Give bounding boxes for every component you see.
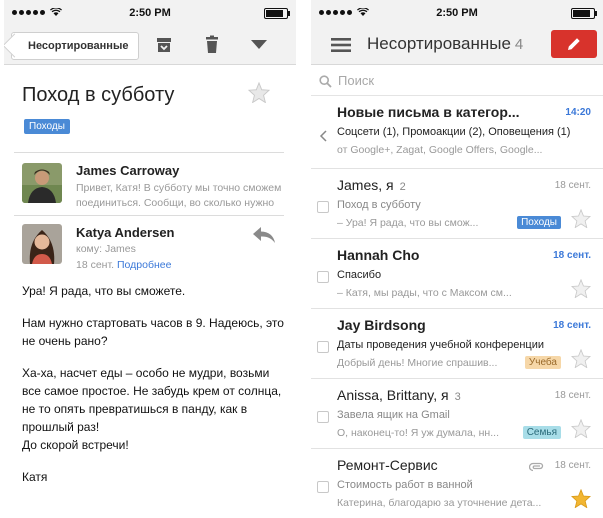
email-row[interactable]: Ремонт-Сервис 18 сент. Стоимость работ в… [311,449,603,518]
message-snippet: Привет, Катя! В субботу мы точно сможем [76,182,282,194]
row-date: 18 сент. [554,390,591,401]
row-thread-count: 2 [399,181,406,193]
body-signature: Катя [22,470,48,484]
archive-icon[interactable] [154,35,174,55]
row-sender: Ремонт-Сервис [337,457,438,473]
chevron-left-icon [319,130,327,142]
row-sender-name: James, я [337,177,394,193]
label-chip[interactable]: Походы [24,119,70,134]
row-subject: Завела ящик на Gmail [337,409,450,421]
message-snippet: поединиться. Сообщи, во сколько нужно [76,197,275,209]
inbox-title-label: Несортированные [367,34,511,53]
back-button-label: Несортированные [28,40,129,52]
row-date: 18 сент. [553,250,591,261]
chevron-down-icon[interactable] [250,39,268,51]
back-button[interactable]: Несортированные [11,32,140,60]
row-label-tag: Учеба [524,356,561,369]
star-icon[interactable] [248,82,270,103]
search-bar[interactable]: Поиск [311,65,603,96]
message-subject: Поход в субботу [22,84,175,106]
battery-icon [264,8,290,19]
row-checkbox[interactable] [317,481,329,493]
star-icon[interactable] [571,279,591,298]
inbox-count: 4 [514,36,524,53]
inbox-toolbar: Несортированные 4 [311,26,603,65]
inbox-screen: 2:50 PM Несортированные 4 Поиск Новые пис… [311,0,603,518]
battery-icon [571,8,597,19]
message-date-line: 18 сент. Подробнее [76,258,171,273]
row-sender: Jay Birdsong [337,317,426,333]
compose-button[interactable] [551,30,597,58]
row-thread-count: 3 [454,391,461,403]
row-categories: Соцсети (1), Промоакции (2), Оповещения … [337,126,571,138]
row-snippet: – Катя, мы рады, что с Максом см... [337,287,512,299]
row-snippet: О, наконец-то! Я уж думала, нн... [337,427,499,439]
search-icon [319,75,332,88]
row-subject: Спасибо [337,269,382,281]
message-toolbar: Несортированные [4,26,296,65]
row-label-tag: Семья [522,426,561,439]
menu-icon[interactable] [331,37,351,53]
body-paragraph: Ха-ха, насчет еды – особо не мудри, возь… [22,366,282,452]
row-date: 18 сент. [554,180,591,191]
star-icon[interactable] [571,349,591,368]
details-link[interactable]: Подробнее [117,259,171,271]
expanded-message-header: Katya Andersen кому: James 18 сент. Подр… [14,215,284,278]
body-paragraph: Ура! Я рада, что вы сможете. [22,284,186,298]
category-notification-row[interactable]: Новые письма в категор... 14:20 Соцсети … [311,96,603,169]
star-icon[interactable] [571,419,591,438]
row-label-tag: Походы [517,216,561,229]
email-row[interactable]: Anissa, Brittany, я 3 18 сент. Завела ящи… [311,379,603,449]
email-row[interactable]: Hannah Cho 18 сент. Спасибо – Катя, мы р… [311,239,603,309]
message-body: Ура! Я рада, что вы сможете. Нам нужно с… [22,282,284,500]
status-bar: 2:50 PM [311,0,603,26]
row-sender-name: Anissa, Brittany, я [337,387,449,403]
reply-icon[interactable] [252,226,276,244]
trash-icon[interactable] [203,35,221,55]
inbox-title: Несортированные 4 [367,34,523,54]
pencil-icon [568,38,580,50]
row-checkbox[interactable] [317,411,329,423]
sender-name: Katya Andersen [76,225,175,240]
sender-name: James Carroway [76,163,180,178]
row-sender: Hannah Cho [337,247,420,263]
email-row[interactable]: Jay Birdsong 18 сент. Даты проведения уч… [311,309,603,379]
row-sender: James, я 2 [337,177,406,193]
row-subject: Стоимость работ в ванной [337,479,473,491]
row-checkbox[interactable] [317,201,329,213]
status-time: 2:50 PM [129,7,171,19]
status-bar: 2:50 PM [4,0,296,26]
row-subject: Даты проведения учебной конференции [337,339,544,351]
row-checkbox[interactable] [317,271,329,283]
row-sender: Новые письма в категор... [337,104,520,120]
body-paragraph: Нам нужно стартовать часов в 9. Надеюсь,… [22,316,284,348]
email-row[interactable]: James, я 2 18 сент. Поход в субботу – Ура… [311,169,603,239]
starred-icon[interactable] [571,489,591,508]
row-date: 18 сент. [553,320,591,331]
attachment-icon [529,462,544,472]
row-snippet: от Google+, Zagat, Google Offers, Google… [337,144,543,156]
star-icon[interactable] [571,209,591,228]
row-date: 18 сент. [554,460,591,471]
avatar [22,163,62,203]
avatar [22,224,62,264]
row-snippet: Добрый день! Многие спрашив... [337,357,498,369]
row-sender: Anissa, Brittany, я 3 [337,387,461,403]
message-view-screen: 2:50 PM Несортированные Поход в субботу … [4,0,296,518]
row-checkbox[interactable] [317,341,329,353]
search-input[interactable]: Поиск [338,73,374,88]
message-date: 18 сент. [76,259,115,271]
status-time: 2:50 PM [436,7,478,19]
row-snippet: Катерина, благодарю за уточнение дета... [337,497,542,509]
collapsed-message[interactable]: James Carroway Привет, Катя! В субботу м… [14,152,284,215]
row-snippet: – Ура! Я рада, что вы смож... [337,217,479,229]
recipient-line: кому: James [76,243,136,255]
row-subject: Поход в субботу [337,199,421,211]
row-time: 14:20 [565,107,591,118]
